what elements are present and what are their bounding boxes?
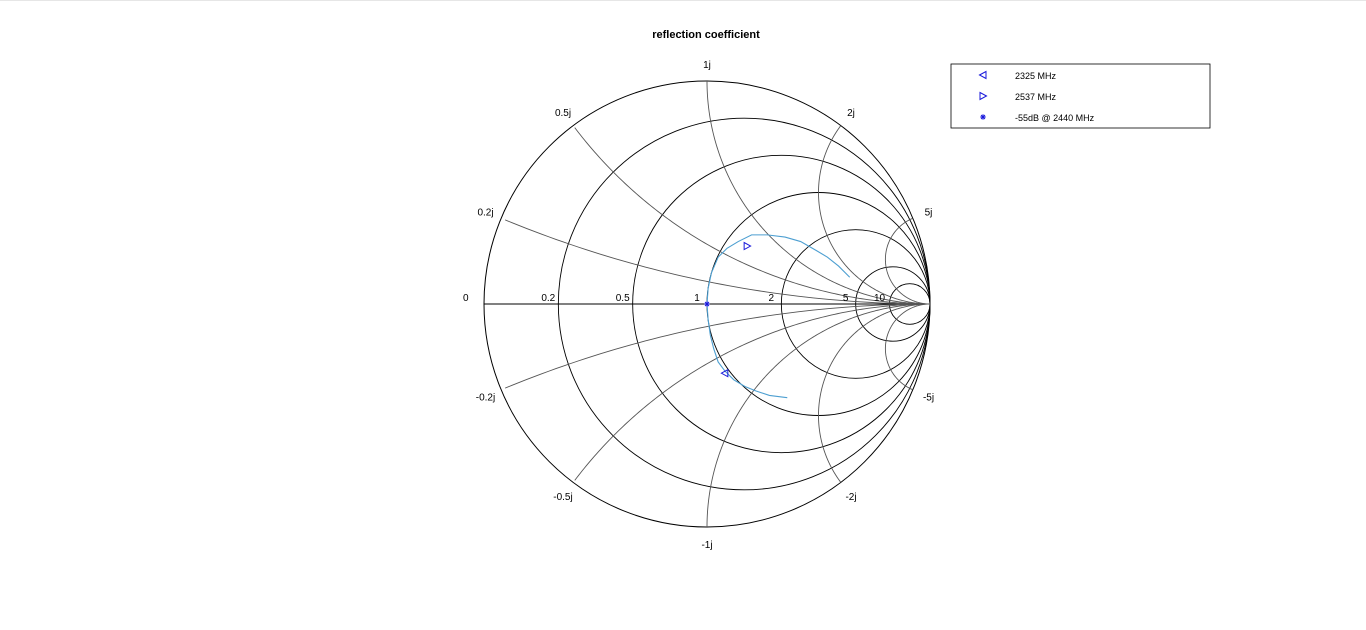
imag-tick-1j: 1j bbox=[703, 60, 711, 71]
imag-tick-neg5j: -5j bbox=[923, 392, 934, 403]
imag-tick-0p5j: 0.5j bbox=[555, 108, 571, 119]
real-tick-0: 0 bbox=[463, 293, 469, 304]
real-tick-2: 2 bbox=[769, 293, 775, 304]
legend-label-2325: 2325 MHz bbox=[1015, 71, 1057, 81]
imag-tick-neg0p2j: -0.2j bbox=[476, 392, 495, 403]
real-tick-0p2: 0.2 bbox=[541, 293, 555, 304]
legend-label-2537: 2537 MHz bbox=[1015, 92, 1057, 102]
smith-chart: reflection coefficient 0 0.2 0.5 1 2 5 100.2j0… bbox=[463, 29, 1211, 551]
reactance-arc-pos-2 bbox=[818, 125, 930, 305]
real-tick-0p5: 0.5 bbox=[616, 293, 630, 304]
frequency-markers bbox=[704, 241, 752, 378]
real-tick-10: 10 bbox=[874, 293, 886, 304]
imag-tick-neg2j: -2j bbox=[845, 492, 856, 503]
legend-marker-2 bbox=[980, 114, 986, 120]
reactance-arc-neg-2 bbox=[818, 303, 930, 483]
reactance-arc-neg-0p2 bbox=[504, 303, 931, 389]
imag-tick-2j: 2j bbox=[847, 108, 855, 119]
imag-tick-5j: 5j bbox=[925, 208, 933, 219]
tick-labels: 0 0.2 0.5 1 2 5 10 0.2j 0.5j 1j 2j 5j -0.2j -0.5j -1j -… bbox=[463, 60, 934, 551]
imag-tick-0p2j: 0.2j bbox=[477, 208, 493, 219]
imag-tick-neg1j: -1j bbox=[701, 540, 712, 551]
real-tick-1: 1 bbox=[694, 293, 700, 304]
marker-2 bbox=[704, 301, 710, 307]
legend-label-2440: -55dB @ 2440 MHz bbox=[1015, 113, 1095, 123]
legend-symbol-2440 bbox=[980, 114, 986, 120]
chart-title: reflection coefficient bbox=[652, 29, 760, 41]
reactance-arc-pos-0p2 bbox=[504, 219, 931, 305]
imag-tick-neg0p5j: -0.5j bbox=[553, 492, 572, 503]
marker-1 bbox=[743, 241, 752, 251]
real-tick-5: 5 bbox=[843, 293, 849, 304]
legend: 2325 MHz 2537 MHz -55dB @ 2440 MHz bbox=[950, 63, 1211, 129]
